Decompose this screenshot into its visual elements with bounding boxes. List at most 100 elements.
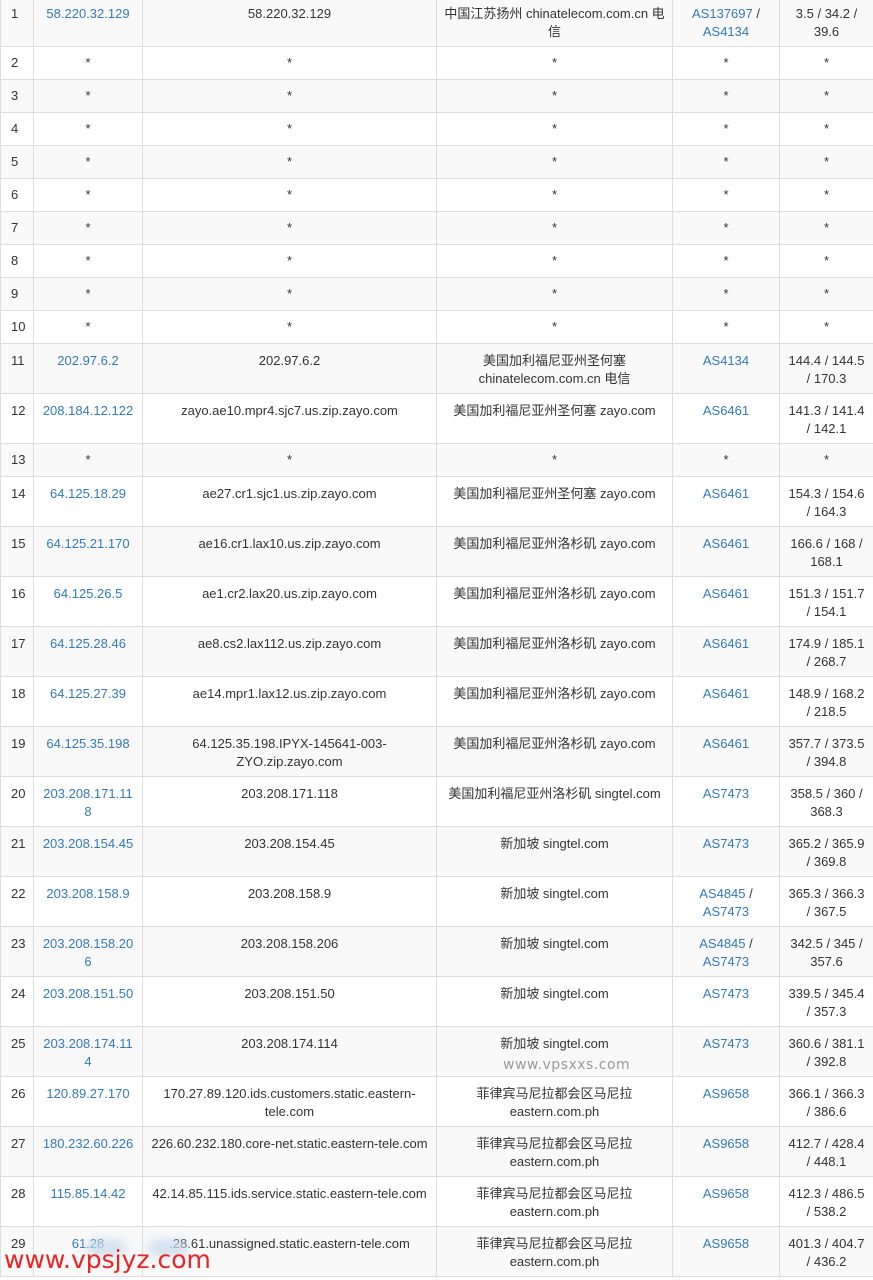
hop-number-cell: 15	[0, 526, 34, 577]
location-cell: 新加坡 singtel.com	[436, 826, 673, 877]
hop-number-cell: 24	[0, 976, 34, 1027]
ip-value: *	[85, 286, 91, 301]
asn-cell: AS4134	[672, 343, 780, 394]
ip-link[interactable]: 115.85.14.42	[51, 1186, 126, 1201]
latency-cell: *	[779, 112, 873, 146]
ip-cell: 64.125.28.46	[33, 626, 143, 677]
asn-link[interactable]: AS6461	[703, 536, 749, 551]
hop-number-cell: 20	[0, 776, 34, 827]
asn-link[interactable]: AS7473	[703, 954, 749, 969]
ip-value: *	[85, 88, 91, 103]
ip-link[interactable]: 203.208.171.118	[43, 786, 132, 819]
asn-cell: *	[672, 310, 780, 344]
hop-number-cell: 19	[0, 726, 34, 777]
latency-cell: 358.5 / 360 / 368.3	[779, 776, 873, 827]
ip-value: *	[85, 121, 91, 136]
hop-number-cell: 10	[0, 310, 34, 344]
latency-cell: *	[779, 244, 873, 278]
asn-link[interactable]: AS7473	[703, 836, 749, 851]
asn-link[interactable]: AS4845	[699, 886, 745, 901]
ip-link[interactable]: 64.125.21.170	[46, 536, 129, 551]
ip-cell: *	[33, 79, 143, 113]
latency-cell: 365.2 / 365.9 / 369.8	[779, 826, 873, 877]
table-row: 22 203.208.158.9 203.208.158.9 新加坡 singtel.…	[0, 876, 873, 927]
asn-link[interactable]: AS9658	[703, 1186, 749, 1201]
latency-cell: 154.3 / 154.6 / 164.3	[779, 476, 873, 527]
asn-link[interactable]: AS9658	[703, 1136, 749, 1151]
asn-cell: *	[672, 277, 780, 311]
location-cell: *	[436, 112, 673, 146]
hop-number-cell: 8	[0, 244, 34, 278]
asn-link[interactable]: AS6461	[703, 736, 749, 751]
asn-value: *	[723, 253, 729, 268]
asn-link[interactable]: AS7473	[703, 986, 749, 1001]
location-cell: 菲律宾马尼拉都会区马尼拉 eastern.com.ph	[436, 1226, 673, 1277]
asn-cell: AS137697 / AS4134	[672, 0, 780, 47]
table-row: 8 * * * * *	[0, 244, 873, 278]
ip-link[interactable]: 203.208.154.45	[43, 836, 133, 851]
ip-link[interactable]: 64.125.18.29	[50, 486, 126, 501]
hop-number-cell: 23	[0, 926, 34, 977]
ip-link[interactable]: 180.232.60.226	[43, 1136, 133, 1151]
asn-link[interactable]: AS137697	[692, 6, 753, 21]
asn-cell: AS9658	[672, 1076, 780, 1127]
ip-link[interactable]: 203.208.174.114	[43, 1036, 132, 1069]
latency-cell: 3.5 / 34.2 / 39.6	[779, 0, 873, 47]
asn-link[interactable]: AS4134	[703, 24, 749, 39]
asn-link[interactable]: AS6461	[703, 586, 749, 601]
ip-cell: *	[33, 178, 143, 212]
asn-link[interactable]: AS9658	[703, 1236, 749, 1251]
table-row: 28 115.85.14.42 42.14.85.115.ids.service.s…	[0, 1176, 873, 1227]
ip-cell: *	[33, 145, 143, 179]
hop-number-cell: 16	[0, 576, 34, 627]
ip-link[interactable]: 202.97.6.2	[57, 353, 118, 368]
location-cell: 美国加利福尼亚州洛杉矶 singtel.com	[436, 776, 673, 827]
latency-cell: *	[779, 277, 873, 311]
ip-link[interactable]: 64.125.28.46	[50, 636, 126, 651]
hostname-cell: 202.97.6.2	[142, 343, 437, 394]
asn-link[interactable]: AS6461	[703, 486, 749, 501]
latency-cell: *	[779, 145, 873, 179]
asn-cell: *	[672, 112, 780, 146]
table-row: 17 64.125.28.46 ae8.cs2.lax112.us.zip.zayo…	[0, 626, 873, 677]
hostname-cell: 58.220.32.129	[142, 0, 437, 47]
asn-link[interactable]: AS9658	[703, 1086, 749, 1101]
asn-link[interactable]: AS6461	[703, 686, 749, 701]
asn-link[interactable]: AS7473	[703, 1036, 749, 1051]
ip-link[interactable]: 58.220.32.129	[46, 6, 129, 21]
asn-cell: AS9658	[672, 1226, 780, 1277]
asn-value: *	[723, 187, 729, 202]
asn-link[interactable]: AS6461	[703, 636, 749, 651]
traceroute-table-body: 1 58.220.32.129 58.220.32.129 中国江苏扬州 chinat…	[0, 0, 873, 1277]
ip-cell: 64.125.27.39	[33, 676, 143, 727]
hop-number-cell: 9	[0, 277, 34, 311]
latency-cell: 141.3 / 141.4 / 142.1	[779, 393, 873, 444]
ip-link[interactable]: 208.184.12.122	[43, 403, 133, 418]
asn-link[interactable]: AS6461	[703, 403, 749, 418]
latency-cell: 166.6 / 168 / 168.1	[779, 526, 873, 577]
table-row: 11 202.97.6.2 202.97.6.2 美国加利福尼亚州圣何塞 chinat…	[0, 343, 873, 394]
hostname-cell: *	[142, 211, 437, 245]
asn-link[interactable]: AS7473	[703, 904, 749, 919]
ip-link[interactable]: 203.208.151.50	[43, 986, 133, 1001]
asn-link[interactable]: AS4845	[699, 936, 745, 951]
table-row: 26 120.89.27.170 170.27.89.120.ids.custome…	[0, 1076, 873, 1127]
ip-link[interactable]: 203.208.158.206	[43, 936, 133, 969]
asn-link[interactable]: AS4134	[703, 353, 749, 368]
table-row: 21 203.208.154.45 203.208.154.45 新加坡 singte…	[0, 826, 873, 877]
asn-link[interactable]: AS7473	[703, 786, 749, 801]
ip-link[interactable]: 120.89.27.170	[46, 1086, 129, 1101]
asn-cell: *	[672, 145, 780, 179]
ip-link[interactable]: 203.208.158.9	[46, 886, 129, 901]
ip-link[interactable]: 64.125.27.39	[50, 686, 126, 701]
table-row: 2 * * * * *	[0, 46, 873, 80]
ip-cell: 203.208.151.50	[33, 976, 143, 1027]
hostname-cell: *	[142, 46, 437, 80]
location-cell: 菲律宾马尼拉都会区马尼拉 eastern.com.ph	[436, 1076, 673, 1127]
hostname-cell: ae8.cs2.lax112.us.zip.zayo.com	[142, 626, 437, 677]
location-cell: 新加坡 singtel.com	[436, 926, 673, 977]
latency-cell: *	[779, 211, 873, 245]
asn-cell: AS9658	[672, 1176, 780, 1227]
ip-link[interactable]: 64.125.26.5	[54, 586, 123, 601]
ip-link[interactable]: 64.125.35.198	[46, 736, 129, 751]
